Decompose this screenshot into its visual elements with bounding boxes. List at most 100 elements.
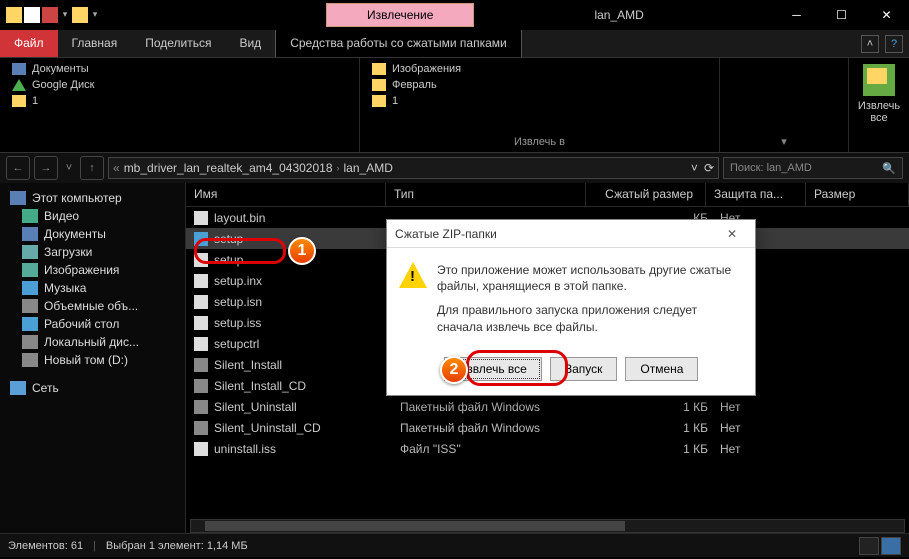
address-row: ← → ˅ ↑ « mb_driver_lan_realtek_am4_0430… [0, 153, 909, 183]
file-row[interactable]: Silent_Uninstall_CDПакетный файл Windows… [186, 417, 909, 438]
label: Локальный дис... [44, 335, 139, 349]
sidebar-network[interactable]: Сеть [0, 379, 185, 397]
breadcrumb[interactable]: lan_AMD [344, 161, 393, 175]
file-size: 1 КБ [600, 421, 720, 435]
gallery-more[interactable]: ▾ [728, 133, 840, 148]
file-prot: Нет [720, 400, 820, 414]
dest-folder[interactable]: 1 [8, 94, 351, 108]
breadcrumb[interactable]: mb_driver_lan_realtek_am4_04302018 [124, 161, 333, 175]
view-large-button[interactable] [881, 537, 901, 555]
titlebar: ▾ ▾ Извлечение lan_AMD ─ ☐ ✕ [0, 0, 909, 30]
sidebar-this-pc[interactable]: Этот компьютер [0, 189, 185, 207]
disk-icon [22, 353, 38, 367]
col-size[interactable]: Размер [806, 183, 909, 206]
view-details-button[interactable] [859, 537, 879, 555]
qat-dropdown[interactable]: ▾ [60, 7, 70, 23]
selection-info: Выбран 1 элемент: 1,14 МБ [106, 540, 248, 552]
history-dropdown[interactable]: ˅ [62, 156, 76, 180]
dest-documents[interactable]: Документы [8, 62, 351, 76]
file-icon [194, 358, 208, 372]
video-icon [22, 209, 38, 223]
label: Объемные объ... [44, 299, 138, 313]
sidebar-documents[interactable]: Документы [0, 225, 185, 243]
col-name[interactable]: Имя [186, 183, 386, 206]
close-button[interactable]: ✕ [864, 0, 909, 30]
qat-dropdown[interactable]: ▾ [90, 7, 100, 23]
col-prot[interactable]: Защита па... [706, 183, 806, 206]
placeholder: Поиск: lan_AMD [730, 162, 812, 174]
dest-feb[interactable]: Февраль [368, 78, 711, 92]
tab-file[interactable]: Файл [0, 30, 58, 57]
address-dropdown[interactable]: ˅ [691, 161, 698, 175]
window-controls: ─ ☐ ✕ [774, 0, 909, 30]
col-type[interactable]: Тип [386, 183, 586, 206]
label: Документы [44, 227, 106, 241]
dest-folder[interactable]: 1 [368, 94, 711, 108]
maximize-button[interactable]: ☐ [819, 0, 864, 30]
file-row[interactable]: Silent_UninstallПакетный файл Windows1 К… [186, 396, 909, 417]
label: 1 [392, 95, 398, 107]
dest-gdrive[interactable]: Google Диск [8, 78, 351, 92]
sidebar-images[interactable]: Изображения [0, 261, 185, 279]
tab-view[interactable]: Вид [225, 30, 275, 57]
file-icon [194, 316, 208, 330]
file-icon [194, 232, 208, 246]
address-bar[interactable]: « mb_driver_lan_realtek_am4_04302018 › l… [108, 157, 719, 179]
sidebar-desktop[interactable]: Рабочий стол [0, 315, 185, 333]
sidebar-localdisk[interactable]: Локальный дис... [0, 333, 185, 351]
ribbon-collapse-button[interactable]: ˄ [861, 35, 879, 53]
file-name: Silent_Install_CD [214, 379, 400, 393]
qat-icon[interactable] [24, 7, 40, 23]
sidebar-d-drive[interactable]: Новый том (D:) [0, 351, 185, 369]
file-icon [194, 379, 208, 393]
qat: ▾ ▾ [0, 7, 106, 23]
file-name: Silent_Uninstall [214, 400, 400, 414]
file-type: Файл "ISS" [400, 442, 600, 456]
sidebar-music[interactable]: Музыка [0, 279, 185, 297]
window-title: lan_AMD [594, 8, 643, 22]
file-icon [194, 400, 208, 414]
scrollbar-thumb[interactable] [205, 521, 625, 531]
gdrive-icon [12, 79, 26, 91]
tab-extract-tools[interactable]: Средства работы со сжатыми папками [275, 30, 522, 57]
up-button[interactable]: ↑ [80, 156, 104, 180]
horizontal-scrollbar[interactable] [190, 519, 905, 533]
file-name: uninstall.iss [214, 442, 400, 456]
minimize-button[interactable]: ─ [774, 0, 819, 30]
search-input[interactable]: Поиск: lan_AMD 🔍 [723, 157, 903, 179]
desktop-icon [22, 317, 38, 331]
tab-home[interactable]: Главная [58, 30, 132, 57]
tab-share[interactable]: Поделиться [131, 30, 225, 57]
col-csize[interactable]: Сжатый размер [586, 183, 706, 206]
label: Музыка [44, 281, 86, 295]
help-button[interactable]: ? [885, 35, 903, 53]
column-headers: Имя Тип Сжатый размер Защита па... Разме… [186, 183, 909, 207]
back-button[interactable]: ← [6, 156, 30, 180]
forward-button[interactable]: → [34, 156, 58, 180]
contextual-tab: Извлечение [326, 3, 474, 27]
file-icon [194, 253, 208, 267]
file-size: 1 КБ [600, 442, 720, 456]
warning-icon [399, 262, 427, 290]
extract-icon [863, 64, 895, 96]
label: Сеть [32, 381, 59, 395]
disk-icon [22, 335, 38, 349]
sidebar-3d[interactable]: Объемные объ... [0, 297, 185, 315]
dialog-text: Это приложение может использовать другие… [437, 262, 743, 343]
sidebar-downloads[interactable]: Загрузки [0, 243, 185, 261]
file-name: layout.bin [214, 211, 400, 225]
file-name: Silent_Uninstall_CD [214, 421, 400, 435]
run-button[interactable]: Запуск [550, 357, 618, 381]
ribbon: Документы Google Диск 1 Изображения Февр… [0, 58, 909, 153]
file-row[interactable]: uninstall.issФайл "ISS"1 КБНет [186, 438, 909, 459]
sidebar-video[interactable]: Видео [0, 207, 185, 225]
file-icon [194, 337, 208, 351]
dest-images[interactable]: Изображения [368, 62, 711, 76]
extract-all-button[interactable]: Извлечь все [849, 58, 909, 152]
qat-icon[interactable] [42, 7, 58, 23]
refresh-button[interactable]: ⟳ [704, 161, 714, 175]
cancel-button[interactable]: Отмена [625, 357, 698, 381]
documents-icon [22, 227, 38, 241]
dialog-close-button[interactable]: ✕ [717, 227, 747, 241]
file-name: setup.iss [214, 316, 400, 330]
